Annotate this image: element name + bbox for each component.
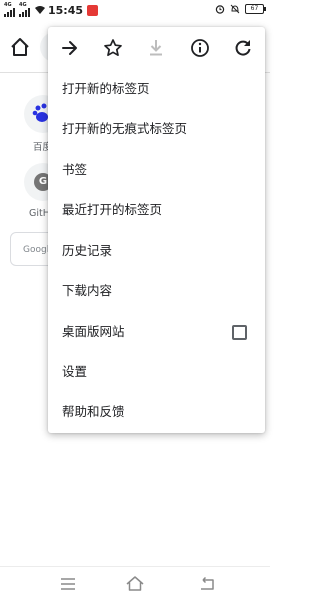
menu-item-label: 桌面版网站	[62, 324, 125, 339]
menu-item-label: 设置	[62, 364, 88, 379]
menu-item-history[interactable]: 历史记录	[48, 231, 265, 271]
clock: 15:45	[48, 3, 84, 17]
info-icon[interactable]	[189, 37, 211, 59]
menu-item-label: 下载内容	[62, 283, 113, 298]
menu-item-label: 最近打开的标签页	[62, 202, 163, 217]
menu-item-help-feedback[interactable]: 帮助和反馈	[48, 392, 265, 432]
back-nav-icon[interactable]	[197, 575, 217, 593]
wifi-icon	[35, 6, 45, 14]
bookmark-star-icon[interactable]	[102, 37, 124, 59]
home-icon[interactable]	[9, 36, 31, 58]
system-navigation-bar	[0, 566, 270, 602]
home-nav-icon[interactable]	[125, 575, 145, 593]
menu-item-label: 历史记录	[62, 243, 113, 258]
battery-icon: 67	[245, 4, 266, 14]
menu-item-label: 打开新的标签页	[62, 81, 150, 96]
menu-item-settings[interactable]: 设置	[48, 352, 265, 392]
forward-icon[interactable]	[59, 37, 81, 59]
menu-icon-row	[48, 27, 265, 69]
tile-github-label: GitH	[29, 208, 50, 219]
menu-item-label: 书签	[62, 162, 88, 177]
menu-item-new-tab[interactable]: 打开新的标签页	[48, 69, 265, 109]
signal-icon-2: 4G	[19, 2, 31, 17]
menu-item-downloads[interactable]: 下载内容	[48, 271, 265, 311]
alarm-icon	[215, 5, 225, 14]
download-icon[interactable]	[145, 37, 167, 59]
reload-icon[interactable]	[232, 37, 254, 59]
status-bar: 4G 4G 15:45 67	[0, 0, 270, 22]
mute-icon	[230, 4, 240, 14]
menu-item-bookmarks[interactable]: 书签	[48, 150, 265, 190]
notification-app-icon	[87, 4, 99, 16]
menu-item-recent-tabs[interactable]: 最近打开的标签页	[48, 190, 265, 230]
overflow-menu: 打开新的标签页 打开新的无痕式标签页 书签 最近打开的标签页 历史记录 下载内容…	[48, 27, 265, 433]
signal-icon: 4G	[4, 2, 16, 17]
menu-lines-icon[interactable]	[58, 575, 78, 593]
menu-item-label: 帮助和反馈	[62, 404, 125, 419]
menu-item-desktop-site[interactable]: 桌面版网站	[48, 312, 265, 352]
menu-item-label: 打开新的无痕式标签页	[62, 121, 188, 136]
menu-item-new-incognito-tab[interactable]: 打开新的无痕式标签页	[48, 109, 265, 149]
desktop-site-checkbox[interactable]	[232, 325, 247, 340]
